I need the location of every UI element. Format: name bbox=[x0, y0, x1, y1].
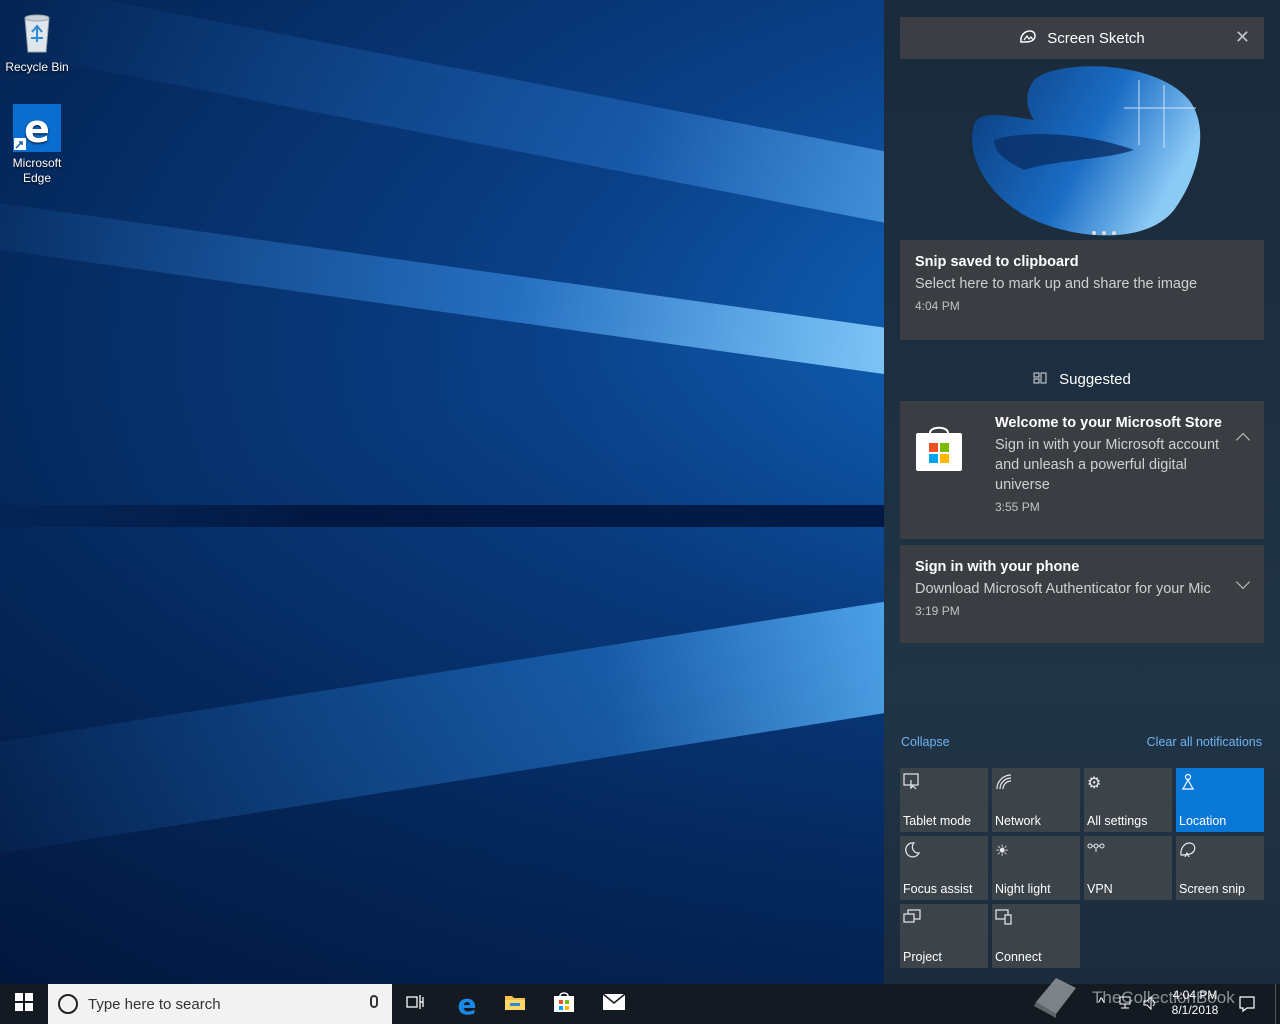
tile-label: Network bbox=[995, 814, 1041, 828]
gear-icon: ⚙ bbox=[1087, 775, 1102, 792]
toast-time: 3:55 PM bbox=[995, 500, 1040, 514]
moon-icon bbox=[903, 841, 921, 864]
taskbar-search-box[interactable]: Type here to search bbox=[48, 984, 392, 1024]
recycle-bin-icon bbox=[13, 8, 61, 56]
screen-sketch-icon bbox=[1019, 29, 1037, 48]
tablet-mode-icon bbox=[903, 773, 921, 796]
quick-action-night-light[interactable]: ☀ Night light bbox=[992, 836, 1080, 900]
folder-icon bbox=[504, 993, 526, 1016]
connect-icon bbox=[995, 909, 1013, 930]
phone-signin-toast[interactable]: Sign in with your phone Download Microso… bbox=[900, 545, 1264, 643]
toast-title: Welcome to your Microsoft Store bbox=[995, 415, 1222, 431]
action-center-button[interactable] bbox=[1238, 995, 1256, 1016]
clock-time: 4:04 PM bbox=[1172, 988, 1218, 1002]
action-center-panel: Screen Sketch ✕ Snip saved to clipboard … bbox=[884, 0, 1280, 984]
quick-action-network[interactable]: Network bbox=[992, 768, 1080, 832]
taskbar-mail-button[interactable] bbox=[592, 984, 636, 1024]
edge-icon: e bbox=[457, 987, 477, 1021]
clear-all-notifications-link[interactable]: Clear all notifications bbox=[1147, 735, 1262, 749]
tile-label: All settings bbox=[1087, 814, 1148, 828]
network-tray-icon[interactable] bbox=[1118, 995, 1134, 1014]
mail-icon bbox=[602, 992, 626, 1016]
screen-snip-icon bbox=[1179, 841, 1197, 864]
location-icon bbox=[1179, 773, 1197, 796]
tile-label: Focus assist bbox=[903, 882, 973, 896]
tile-label: Connect bbox=[995, 950, 1042, 964]
snip-saved-toast[interactable]: Snip saved to clipboard Select here to m… bbox=[900, 240, 1264, 340]
light-beam bbox=[9, 0, 907, 225]
toast-time: 4:04 PM bbox=[915, 299, 960, 313]
quick-action-project[interactable]: Project bbox=[900, 904, 988, 968]
microsoft-store-icon bbox=[916, 423, 962, 471]
collapse-link[interactable]: Collapse bbox=[901, 735, 950, 749]
search-placeholder: Type here to search bbox=[88, 995, 221, 1013]
edge-icon: e bbox=[13, 104, 61, 152]
clock-date: 8/1/2018 bbox=[1171, 1003, 1219, 1017]
show-hidden-icons-button[interactable]: ^ bbox=[1098, 994, 1105, 1010]
svg-text:e: e bbox=[24, 107, 50, 151]
tile-label: VPN bbox=[1087, 882, 1113, 896]
toast-body: Sign in with your Microsoft account and … bbox=[995, 437, 1220, 493]
toast-body: Select here to mark up and share the ima… bbox=[915, 276, 1198, 292]
close-icon[interactable]: ✕ bbox=[1235, 27, 1250, 48]
taskbar-store-button[interactable] bbox=[543, 984, 585, 1024]
quick-action-screen-snip[interactable]: Screen snip bbox=[1176, 836, 1264, 900]
store-toast[interactable]: Welcome to your Microsoft Store Sign in … bbox=[900, 401, 1264, 539]
quick-action-vpn[interactable]: VPN bbox=[1084, 836, 1172, 900]
desktop-icon-label: Recycle Bin bbox=[5, 60, 69, 74]
tile-label: Tablet mode bbox=[903, 814, 972, 828]
sun-icon: ☀ bbox=[995, 843, 1010, 860]
toast-time: 3:19 PM bbox=[915, 604, 960, 618]
light-beam bbox=[0, 193, 904, 376]
tile-label: Night light bbox=[995, 882, 1051, 896]
start-button[interactable] bbox=[0, 984, 48, 1024]
cortana-icon bbox=[58, 994, 78, 1014]
task-view-icon bbox=[406, 994, 426, 1015]
vpn-icon bbox=[1087, 841, 1105, 859]
screen-sketch-group-header[interactable]: Screen Sketch ✕ bbox=[900, 17, 1264, 59]
quick-action-location[interactable]: Location bbox=[1176, 768, 1264, 832]
suggested-header-label: Suggested bbox=[1059, 370, 1131, 388]
chevron-down-icon[interactable] bbox=[1235, 574, 1251, 590]
taskbar-edge-button[interactable]: e bbox=[446, 984, 488, 1024]
quick-action-all-settings[interactable]: ⚙ All settings bbox=[1084, 768, 1172, 832]
desktop-icon-recycle-bin[interactable]: Recycle Bin bbox=[1, 8, 73, 75]
book-icon bbox=[1030, 972, 1080, 1024]
toast-body: Download Microsoft Authenticator for you… bbox=[915, 581, 1211, 597]
microsoft-store-icon bbox=[553, 991, 575, 1018]
quick-action-tablet-mode[interactable]: Tablet mode bbox=[900, 768, 988, 832]
tile-label: Location bbox=[1179, 814, 1227, 828]
taskbar-file-explorer-button[interactable] bbox=[494, 984, 536, 1024]
desktop-icon-label: Microsoft Edge bbox=[12, 156, 62, 185]
project-icon bbox=[903, 909, 921, 930]
show-desktop-button[interactable] bbox=[1275, 984, 1280, 1024]
group-header-title: Screen Sketch bbox=[1047, 29, 1145, 47]
quick-action-connect[interactable]: Connect bbox=[992, 904, 1080, 968]
taskbar: Type here to search e TheCollectionBook … bbox=[0, 978, 1280, 1024]
volume-icon[interactable] bbox=[1142, 995, 1158, 1014]
task-view-button[interactable] bbox=[396, 984, 436, 1024]
shadow-beam bbox=[0, 505, 900, 527]
suggested-icon bbox=[1033, 372, 1047, 387]
toast-title: Sign in with your phone bbox=[915, 559, 1080, 575]
clock[interactable]: 4:04 PM 8/1/2018 bbox=[1166, 988, 1224, 1018]
quick-action-focus-assist[interactable]: Focus assist bbox=[900, 836, 988, 900]
microphone-icon[interactable] bbox=[370, 995, 378, 1008]
toast-title: Snip saved to clipboard bbox=[915, 254, 1079, 270]
light-beam bbox=[0, 600, 909, 863]
desktop-icon-microsoft-edge[interactable]: e Microsoft Edge bbox=[1, 104, 73, 186]
windows-logo-icon bbox=[15, 992, 33, 1016]
snip-preview-image[interactable] bbox=[964, 60, 1204, 240]
network-icon bbox=[995, 773, 1013, 796]
tile-label: Screen snip bbox=[1179, 882, 1246, 896]
suggested-group-header: Suggested bbox=[900, 365, 1264, 393]
tile-label: Project bbox=[903, 950, 942, 964]
